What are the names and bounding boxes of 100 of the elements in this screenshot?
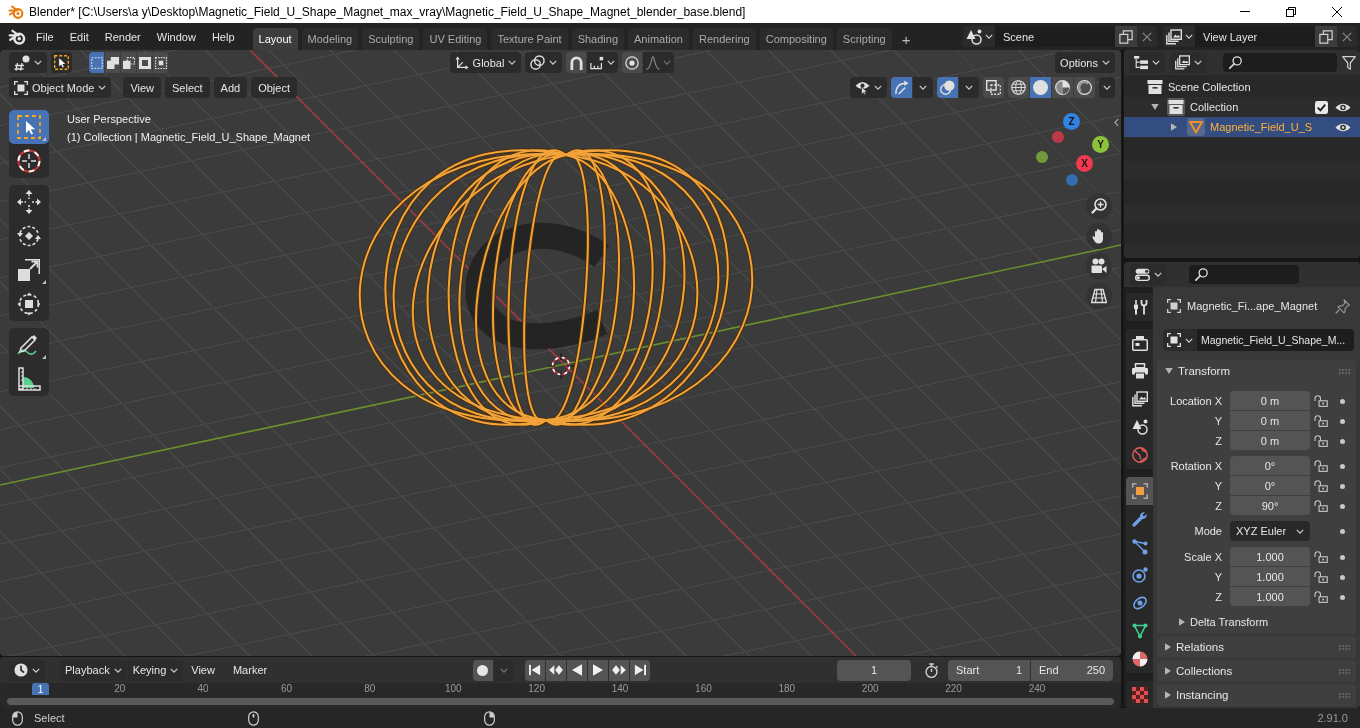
end-frame-field[interactable]: End 250 — [1031, 659, 1113, 681]
keyframe-dot-icon[interactable] — [1340, 503, 1345, 509]
active-tool-button[interactable] — [51, 52, 72, 73]
keyframe-dot-icon[interactable] — [1340, 398, 1345, 404]
properties-tab[interactable] — [1126, 645, 1153, 673]
lock-icon[interactable] — [1314, 591, 1328, 603]
jump-to-end-button[interactable] — [629, 659, 650, 681]
shading-button[interactable] — [1030, 77, 1051, 98]
select-mode-button[interactable] — [153, 52, 168, 73]
search-field[interactable] — [1223, 53, 1337, 72]
display-mode-dropdown[interactable] — [1129, 52, 1165, 73]
number-field[interactable]: 0 m — [1230, 391, 1310, 410]
workspace-tab[interactable]: Modeling — [301, 28, 359, 50]
disclosure-triangle-icon[interactable] — [1151, 104, 1159, 110]
snap-target-dropdown[interactable] — [587, 52, 619, 73]
keyframe-dot-icon[interactable] — [1340, 574, 1345, 580]
menu-button[interactable]: Add — [213, 77, 248, 98]
play-reverse-button[interactable] — [566, 659, 587, 681]
dropdown-menu[interactable]: Keying — [127, 659, 184, 681]
lock-icon[interactable] — [1314, 551, 1328, 563]
axis-dot-icon[interactable] — [1052, 131, 1064, 143]
lock-icon[interactable] — [1314, 395, 1328, 407]
keyframe-dot-icon[interactable] — [1340, 438, 1345, 444]
keyframe-dot-icon[interactable] — [1340, 418, 1345, 424]
menu-button[interactable]: Select — [165, 77, 210, 98]
lock-icon[interactable] — [1314, 435, 1328, 447]
dropdown-menu[interactable]: Playback — [60, 659, 127, 681]
menu-item[interactable]: Edit — [61, 27, 97, 46]
lock-icon[interactable] — [1314, 415, 1328, 427]
current-frame-badge[interactable]: 1 — [32, 683, 49, 695]
keyframe-dot-icon[interactable] — [1340, 463, 1345, 469]
jump-to-start-button[interactable] — [524, 659, 545, 681]
eye-icon[interactable] — [1335, 101, 1351, 113]
auto-keying-toggle[interactable] — [472, 659, 493, 681]
next-keyframe-button[interactable] — [608, 659, 629, 681]
editor-type-button[interactable] — [9, 52, 47, 73]
workspace-tab[interactable]: Layout — [252, 28, 298, 50]
keyframe-dot-icon[interactable] — [1340, 554, 1345, 560]
perspective-toggle-button[interactable] — [1086, 283, 1112, 309]
workspace-tab[interactable]: Shading — [571, 28, 625, 50]
options-dropdown[interactable]: Options — [1055, 52, 1115, 73]
keyframe-dot-icon[interactable] — [1340, 483, 1345, 489]
xray-toggle[interactable] — [983, 77, 1004, 98]
menu-item[interactable]: Help — [203, 27, 243, 46]
workspace-tab[interactable]: UV Editing — [423, 28, 488, 50]
select-mode-button[interactable] — [121, 52, 136, 73]
menu-item[interactable]: File — [28, 27, 62, 46]
dropdown-field[interactable]: XYZ Euler — [1230, 521, 1310, 541]
outliner-row[interactable]: Collection — [1124, 97, 1360, 117]
shading-button[interactable] — [1008, 77, 1029, 98]
orientation-dropdown[interactable]: Global — [449, 52, 522, 73]
select-mode-button[interactable] — [137, 52, 152, 73]
view-layer-browse-button[interactable] — [1163, 26, 1195, 47]
mode-dropdown[interactable]: Object Mode — [9, 77, 112, 98]
selectability-dropdown[interactable] — [850, 77, 887, 98]
menu-item[interactable]: Marker — [225, 664, 275, 676]
overlay-toggle[interactable] — [937, 77, 958, 98]
start-frame-field[interactable]: Start 1 — [948, 659, 1030, 681]
duplicate-button[interactable] — [1315, 26, 1337, 47]
menu-item[interactable]: View — [184, 664, 222, 676]
axis-dot-icon[interactable] — [1066, 174, 1078, 186]
chevron-icon[interactable] — [1114, 118, 1119, 127]
menu-item[interactable]: Render — [96, 27, 149, 46]
workspace-tab[interactable]: Sculpting — [362, 28, 420, 50]
number-field[interactable]: 1.000 — [1230, 587, 1310, 606]
scene-browse-button[interactable] — [963, 26, 995, 47]
number-field[interactable]: 1.000 — [1230, 567, 1310, 586]
zoom-view-button[interactable] — [1086, 193, 1112, 219]
number-field[interactable]: 0° — [1230, 476, 1310, 495]
lock-icon[interactable] — [1314, 500, 1328, 512]
properties-tab[interactable] — [1126, 505, 1153, 533]
workspace-tab[interactable]: Scripting — [836, 28, 892, 50]
pivot-dropdown[interactable] — [525, 52, 563, 73]
object-name-field[interactable]: Magnetic_Field_U_Shape_M... — [1197, 329, 1354, 351]
select-mode-button[interactable] — [105, 52, 120, 73]
outliner-row[interactable]: Magnetic_Field_U_S — [1124, 117, 1360, 137]
number-field[interactable]: 0° — [1230, 456, 1310, 475]
eye-icon[interactable] — [1335, 121, 1351, 133]
pin-icon[interactable] — [1335, 298, 1350, 314]
editor-type-button[interactable] — [1130, 264, 1167, 285]
dropdown-button[interactable] — [913, 77, 933, 98]
keyframe-dot-icon[interactable] — [1340, 594, 1345, 600]
number-field[interactable]: 0 m — [1230, 411, 1310, 430]
axis-button[interactable]: Y — [1092, 136, 1109, 153]
stopwatch-icon[interactable] — [924, 662, 939, 678]
view-layer-name-field[interactable]: View Layer — [1195, 26, 1315, 47]
workspace-tab[interactable]: Compositing — [759, 28, 833, 50]
panel-header[interactable]: Transform — [1157, 360, 1356, 382]
remove-button[interactable] — [1137, 26, 1157, 47]
outliner-row[interactable]: Scene Collection — [1124, 77, 1360, 97]
properties-tab[interactable] — [1126, 293, 1153, 321]
filter-dropdown[interactable] — [1170, 52, 1207, 73]
workspace-tab[interactable]: Texture Paint — [491, 28, 568, 50]
menu-button[interactable]: View — [123, 77, 162, 98]
keyframe-dot-icon[interactable] — [1340, 528, 1345, 534]
shading-button[interactable] — [1074, 77, 1095, 98]
lock-icon[interactable] — [1314, 571, 1328, 583]
subpanel-header[interactable]: Delta Transform — [1157, 612, 1269, 632]
disclosure-triangle-icon[interactable] — [1171, 123, 1177, 131]
lock-icon[interactable] — [1314, 460, 1328, 472]
